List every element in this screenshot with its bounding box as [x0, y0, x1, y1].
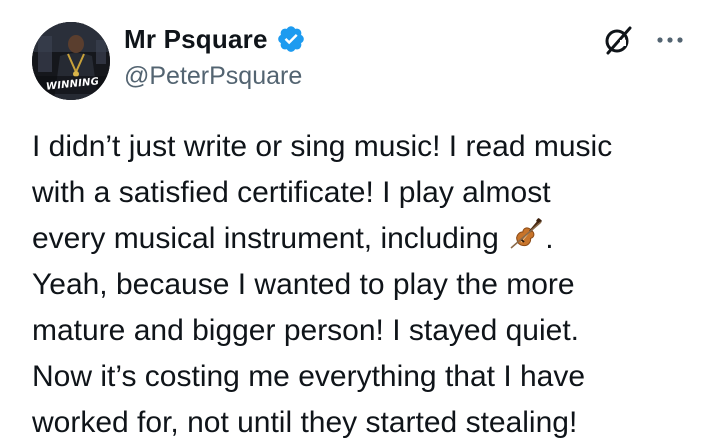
tweet-line: Yeah, because I wanted to play the more: [32, 268, 575, 301]
violin-icon: [510, 218, 542, 249]
tweet-line-with-emoji: every musical instrument, including .: [32, 216, 702, 262]
tweet-line: I didn’t just write or sing music! I rea…: [32, 130, 613, 163]
tweet-line: mature and bigger person! I stayed quiet…: [32, 314, 580, 347]
grok-icon[interactable]: [600, 22, 636, 58]
verified-badge-icon[interactable]: [276, 24, 306, 54]
tweet-line: worked for, not until they started steal…: [32, 406, 578, 439]
author-handle[interactable]: @PeterPsquare: [124, 62, 302, 91]
tweet-line-text: every musical instrument, including: [32, 222, 499, 255]
name-row: Mr Psquare: [124, 22, 306, 56]
tweet-line: Now it’s costing me everything that I ha…: [32, 360, 586, 393]
display-name[interactable]: Mr Psquare: [124, 24, 268, 55]
tweet-card: WINNING Mr Psquare @PeterPsquare I didn’…: [0, 0, 720, 447]
avatar[interactable]: WINNING: [32, 22, 110, 100]
tweet-line: with a satisfied certificate! I play alm…: [32, 176, 551, 209]
tweet-line-end: .: [545, 222, 554, 255]
tweet-text: I didn’t just write or sing music! I rea…: [32, 124, 702, 446]
more-options-icon[interactable]: [652, 28, 688, 52]
